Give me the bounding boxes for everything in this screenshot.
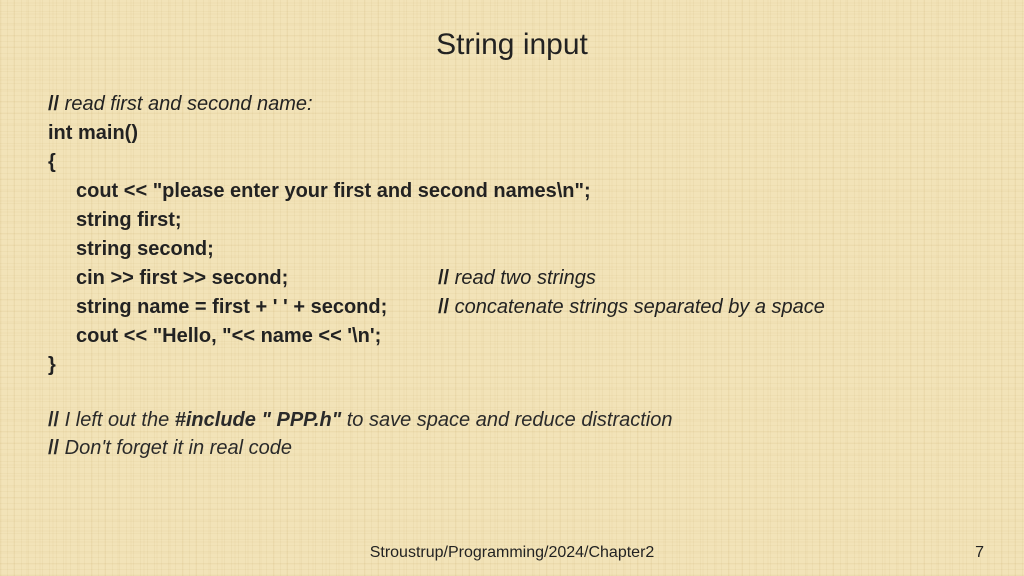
- code-text: cout << "Hello, "<< name << '\n';: [76, 325, 381, 347]
- note-text: to save space and reduce distraction: [341, 409, 672, 431]
- code-line: string second;: [48, 235, 976, 264]
- comment-text: concatenate strings separated by a space: [449, 296, 825, 318]
- code-line: int main(): [48, 119, 976, 148]
- note-text: Don't forget it in real code: [59, 437, 292, 459]
- code-line: cout << "Hello, "<< name << '\n';: [48, 322, 976, 351]
- code-line-with-comment: cin >> first >> second; // read two stri…: [48, 264, 976, 293]
- code-comment-top: // read first and second name:: [48, 90, 976, 119]
- code-text: string second;: [76, 238, 214, 260]
- page-number: 7: [975, 544, 984, 562]
- comment-slash: //: [48, 409, 59, 431]
- comment-slash: //: [438, 296, 449, 318]
- code-line-with-comment: string name = first + ' ' + second; // c…: [48, 293, 976, 322]
- code-text: cout << "please enter your first and sec…: [76, 180, 591, 202]
- code-text: cin >> first >> second;: [76, 267, 288, 289]
- note-line: // I left out the #include " PPP.h" to s…: [48, 406, 976, 434]
- note-bold: #include " PPP.h": [175, 409, 341, 431]
- comment-text: read first and second name:: [59, 93, 312, 115]
- code-line: }: [48, 351, 976, 380]
- code-line: {: [48, 148, 976, 177]
- code-text: string name = first + ' ' + second;: [76, 296, 387, 318]
- comment-slash: //: [48, 437, 59, 459]
- slide-title: String input: [48, 28, 976, 62]
- comment-slash: //: [48, 93, 59, 115]
- comment-text: read two strings: [449, 267, 596, 289]
- code-line: cout << "please enter your first and sec…: [48, 177, 976, 206]
- note-text: I left out the: [59, 409, 175, 431]
- code-block: // read first and second name: int main(…: [48, 90, 976, 380]
- comment-slash: //: [438, 267, 449, 289]
- slide: String input // read first and second na…: [0, 0, 1024, 576]
- code-line: string first;: [48, 206, 976, 235]
- code-text: string first;: [76, 209, 182, 231]
- footer-text: Stroustrup/Programming/2024/Chapter2: [0, 544, 1024, 562]
- note-line: // Don't forget it in real code: [48, 434, 976, 462]
- notes-block: // I left out the #include " PPP.h" to s…: [48, 406, 976, 462]
